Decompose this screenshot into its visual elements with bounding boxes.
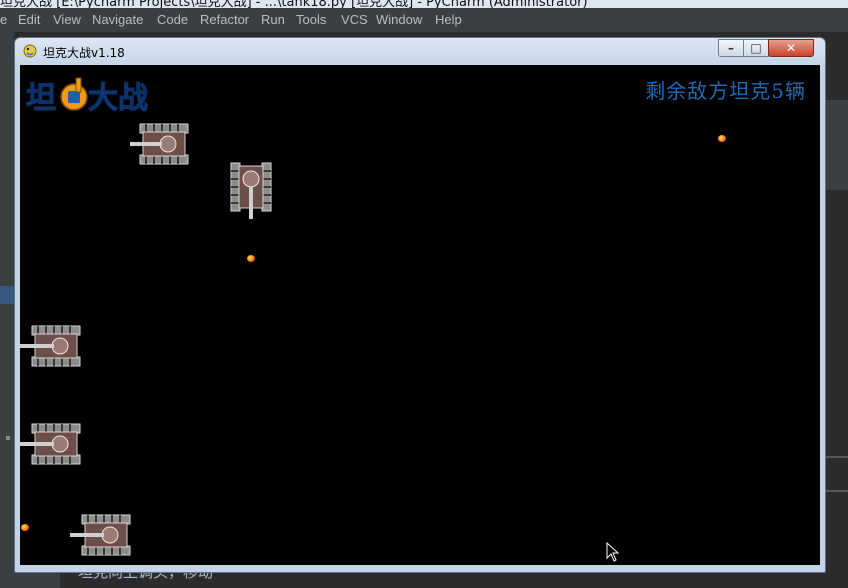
enemy-tank-4 xyxy=(20,423,81,465)
menu-tools[interactable]: Tools xyxy=(296,12,326,27)
window-title-bar[interactable]: 坦克大战v1.18 – □ ✕ xyxy=(15,38,825,64)
menu-navigate[interactable]: Navigate xyxy=(92,12,143,27)
menu-code[interactable]: Code xyxy=(157,12,188,27)
minimize-icon: – xyxy=(728,41,734,55)
game-logo: 坦 大战 xyxy=(26,77,149,117)
player-tank xyxy=(70,514,131,556)
enemy-tank-3 xyxy=(20,325,81,367)
svg-text:大战: 大战 xyxy=(88,81,148,116)
close-button[interactable]: ✕ xyxy=(768,39,814,57)
menu-window[interactable]: Window xyxy=(376,12,422,27)
svg-text:坦: 坦 xyxy=(26,81,56,116)
ide-fold-icon[interactable] xyxy=(6,436,10,440)
bullet-3 xyxy=(21,524,29,531)
menu-run[interactable]: Run xyxy=(261,12,285,27)
bullet-2 xyxy=(247,255,255,262)
ide-title-text: 坦克大战 [E:\Pycharm Projects\坦克大战] - ...\ta… xyxy=(0,0,588,8)
ide-title-bar: 坦克大战 [E:\Pycharm Projects\坦克大战] - ...\ta… xyxy=(0,0,848,8)
menu-help[interactable]: Help xyxy=(435,12,462,27)
enemy-tank-2 xyxy=(230,162,272,219)
remaining-enemy-count: 剩余敌方坦克5辆 xyxy=(645,79,806,103)
menu-edit[interactable]: Edit xyxy=(18,12,40,27)
ide-tool-strip xyxy=(0,32,14,588)
close-icon: ✕ xyxy=(785,41,797,55)
minimize-button[interactable]: – xyxy=(718,39,744,57)
menu-refactor[interactable]: Refactor xyxy=(200,12,249,27)
game-window: 坦克大战v1.18 – □ ✕ 坦 大战 剩余敌方坦克5辆 xyxy=(14,37,826,573)
window-title: 坦克大战v1.18 xyxy=(43,46,125,60)
ide-menu-bar: e Edit View Navigate Code Refactor Run T… xyxy=(0,8,848,32)
bullet-1 xyxy=(718,135,726,142)
game-canvas[interactable]: 坦 大战 剩余敌方坦克5辆 xyxy=(20,65,820,565)
maximize-icon: □ xyxy=(750,41,762,55)
ide-selected-line-marker xyxy=(0,286,14,304)
pygame-snake-icon xyxy=(23,44,37,58)
enemy-tank-1 xyxy=(130,123,189,165)
menu-view[interactable]: View xyxy=(53,12,81,27)
ide-divider xyxy=(826,490,848,492)
ide-divider xyxy=(826,456,848,458)
maximize-button[interactable]: □ xyxy=(743,39,769,57)
menu-vcs[interactable]: VCS xyxy=(341,12,368,27)
ide-right-panel xyxy=(826,100,848,190)
mouse-cursor-icon xyxy=(606,542,620,562)
tank-logo-icon xyxy=(60,77,88,111)
menu-file[interactable]: e xyxy=(0,12,7,27)
